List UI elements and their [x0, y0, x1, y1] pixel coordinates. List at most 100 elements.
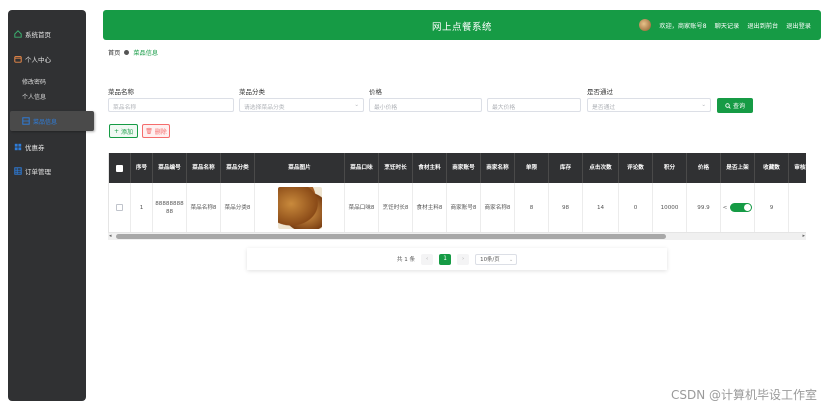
plus-icon: +	[114, 127, 121, 135]
avatar	[639, 19, 652, 31]
add-button[interactable]: + 添加	[109, 124, 138, 138]
sidebar-subitem-change-password[interactable]: 修改密码	[22, 77, 46, 86]
col-header[interactable]: 库存	[549, 153, 583, 183]
prev-page-button[interactable]: ‹	[421, 253, 434, 265]
share-icon[interactable]: <	[723, 204, 728, 212]
top-header: 网上点餐系统 欢迎，商家账号8 聊天记录 退出到前台 退出登录	[103, 10, 821, 40]
next-page-button[interactable]: ›	[457, 253, 470, 265]
chevron-left-icon: ‹	[426, 256, 429, 262]
breadcrumb: 首页 菜品信息	[108, 48, 158, 57]
sidebar-item-user-center[interactable]: 个人中心	[14, 54, 51, 64]
query-button[interactable]: 查询	[717, 98, 753, 113]
search-icon	[725, 102, 731, 109]
sidebar-item-label: 个人中心	[25, 56, 51, 64]
filter-category-select[interactable]: 请选择菜品分类 ⌄	[239, 98, 364, 112]
table-cell: 商家名称8	[481, 183, 515, 232]
table-cell: 烹饪时长8	[379, 183, 413, 232]
table-cell	[789, 183, 806, 232]
on-shelf-toggle[interactable]	[730, 203, 753, 212]
table-cell: 98	[549, 183, 583, 232]
col-header[interactable]: 菜品口味	[345, 153, 379, 183]
col-header[interactable]: 菜品分类	[221, 153, 255, 183]
table-cell: 14	[583, 183, 619, 232]
col-header[interactable]: 收藏数	[755, 153, 789, 183]
filter-approval-label: 是否通过	[587, 88, 613, 96]
chat-history-link[interactable]: 聊天记录	[715, 21, 740, 30]
col-header[interactable]: 商家账号	[447, 153, 481, 183]
col-header[interactable]: 序号	[131, 153, 153, 183]
row-select-cell[interactable]	[109, 183, 131, 232]
filter-name-label: 菜品名称	[108, 88, 134, 96]
row-checkbox[interactable]	[116, 204, 123, 211]
col-header[interactable]: 单限	[515, 153, 549, 183]
select-all-cell[interactable]	[109, 153, 131, 183]
chevron-right-icon: ›	[462, 256, 465, 262]
select-all-checkbox[interactable]	[116, 164, 123, 172]
sidebar-item-food-info[interactable]: 菜品信息	[10, 111, 94, 131]
sidebar-item-home[interactable]: 系统首页	[14, 29, 51, 39]
table-cell-toggle: <	[721, 183, 755, 232]
col-header[interactable]: 点击次数	[583, 153, 619, 183]
col-header[interactable]: 审核回复	[789, 153, 806, 183]
logout-link[interactable]: 退出登录	[786, 21, 811, 30]
home-icon	[14, 30, 22, 38]
table-cell: 9	[755, 183, 789, 232]
food-table: 序号 菜品编号 菜品名称 菜品分类 菜品图片 菜品口味 烹饪时长 食材主料 商家…	[108, 153, 806, 233]
delete-button[interactable]: 🗑 删除	[142, 124, 170, 138]
scroll-right-icon[interactable]: ▸	[802, 233, 805, 239]
filter-price-min-placeholder: 最小价格	[374, 105, 398, 111]
table-cell: 菜品口味8	[345, 183, 379, 232]
scroll-left-icon[interactable]: ◂	[109, 233, 112, 239]
add-button-label: 添加	[120, 128, 133, 136]
table-cell: 菜品分类8	[221, 183, 255, 232]
delete-button-label: 删除	[154, 128, 167, 136]
order-icon	[14, 167, 22, 175]
watermark: CSDN @计算机毕设工作室	[670, 388, 817, 402]
filter-name-input[interactable]: 菜品名称	[108, 98, 234, 112]
breadcrumb-home[interactable]: 首页	[108, 48, 120, 57]
col-header[interactable]: 食材主料	[413, 153, 447, 183]
filter-price-min-input[interactable]: 最小价格	[369, 98, 482, 112]
sidebar-item-orders[interactable]: 订单管理	[14, 166, 51, 176]
pagination-total: 共 1 条	[396, 257, 416, 263]
table-cell: 0	[619, 183, 653, 232]
sidebar-item-label: 菜品信息	[33, 118, 58, 126]
filter-price-label: 价格	[369, 88, 382, 96]
col-header[interactable]: 积分	[653, 153, 687, 183]
table-cell: 8	[515, 183, 549, 232]
trash-icon: 🗑	[145, 127, 155, 135]
filter-price-max-input[interactable]: 最大价格	[487, 98, 581, 112]
scrollbar-thumb[interactable]	[116, 234, 666, 239]
page-size-value: 10条/页	[480, 257, 500, 263]
col-header[interactable]: 商家名称	[481, 153, 515, 183]
coupon-icon	[14, 143, 22, 151]
user-center-icon	[14, 56, 22, 63]
table-cell: 食材主料8	[413, 183, 447, 232]
filter-category-placeholder: 请选择菜品分类	[244, 105, 285, 111]
col-header[interactable]: 价格	[687, 153, 721, 183]
table-header: 序号 菜品编号 菜品名称 菜品分类 菜品图片 菜品口味 烹饪时长 食材主料 商家…	[109, 153, 806, 183]
filter-category-label: 菜品分类	[239, 88, 265, 96]
table-horizontal-scrollbar[interactable]: ◂ ▸	[108, 233, 806, 240]
sidebar-subitem-personal-info[interactable]: 个人信息	[22, 92, 46, 101]
exit-to-front-link[interactable]: 退出到前台	[747, 21, 778, 30]
filter-approval-select[interactable]: 是否通过 ⌄	[587, 98, 711, 112]
col-header[interactable]: 菜品编号	[153, 153, 187, 183]
table-cell-image	[255, 183, 345, 232]
table-cell: 商家账号8	[447, 183, 481, 232]
col-header[interactable]: 是否上架	[721, 153, 755, 183]
col-header[interactable]: 烹饪时长	[379, 153, 413, 183]
sidebar-item-coupon[interactable]: 优惠券	[14, 142, 45, 152]
col-header[interactable]: 评论数	[619, 153, 653, 183]
sidebar-item-label: 订单管理	[25, 168, 51, 176]
food-icon	[22, 117, 30, 125]
pagination: 共 1 条 ‹ 1 › 10条/页 ⌄	[247, 248, 667, 270]
breadcrumb-current: 菜品信息	[133, 50, 159, 57]
table-cell: 1	[131, 183, 153, 232]
food-image[interactable]	[277, 186, 322, 229]
chevron-down-icon: ⌄	[354, 102, 359, 108]
table-cell: 10000	[653, 183, 687, 232]
page-size-select[interactable]: 10条/页 ⌄	[475, 253, 518, 265]
page-number-button[interactable]: 1	[439, 253, 452, 265]
col-header[interactable]: 菜品名称	[187, 153, 221, 183]
